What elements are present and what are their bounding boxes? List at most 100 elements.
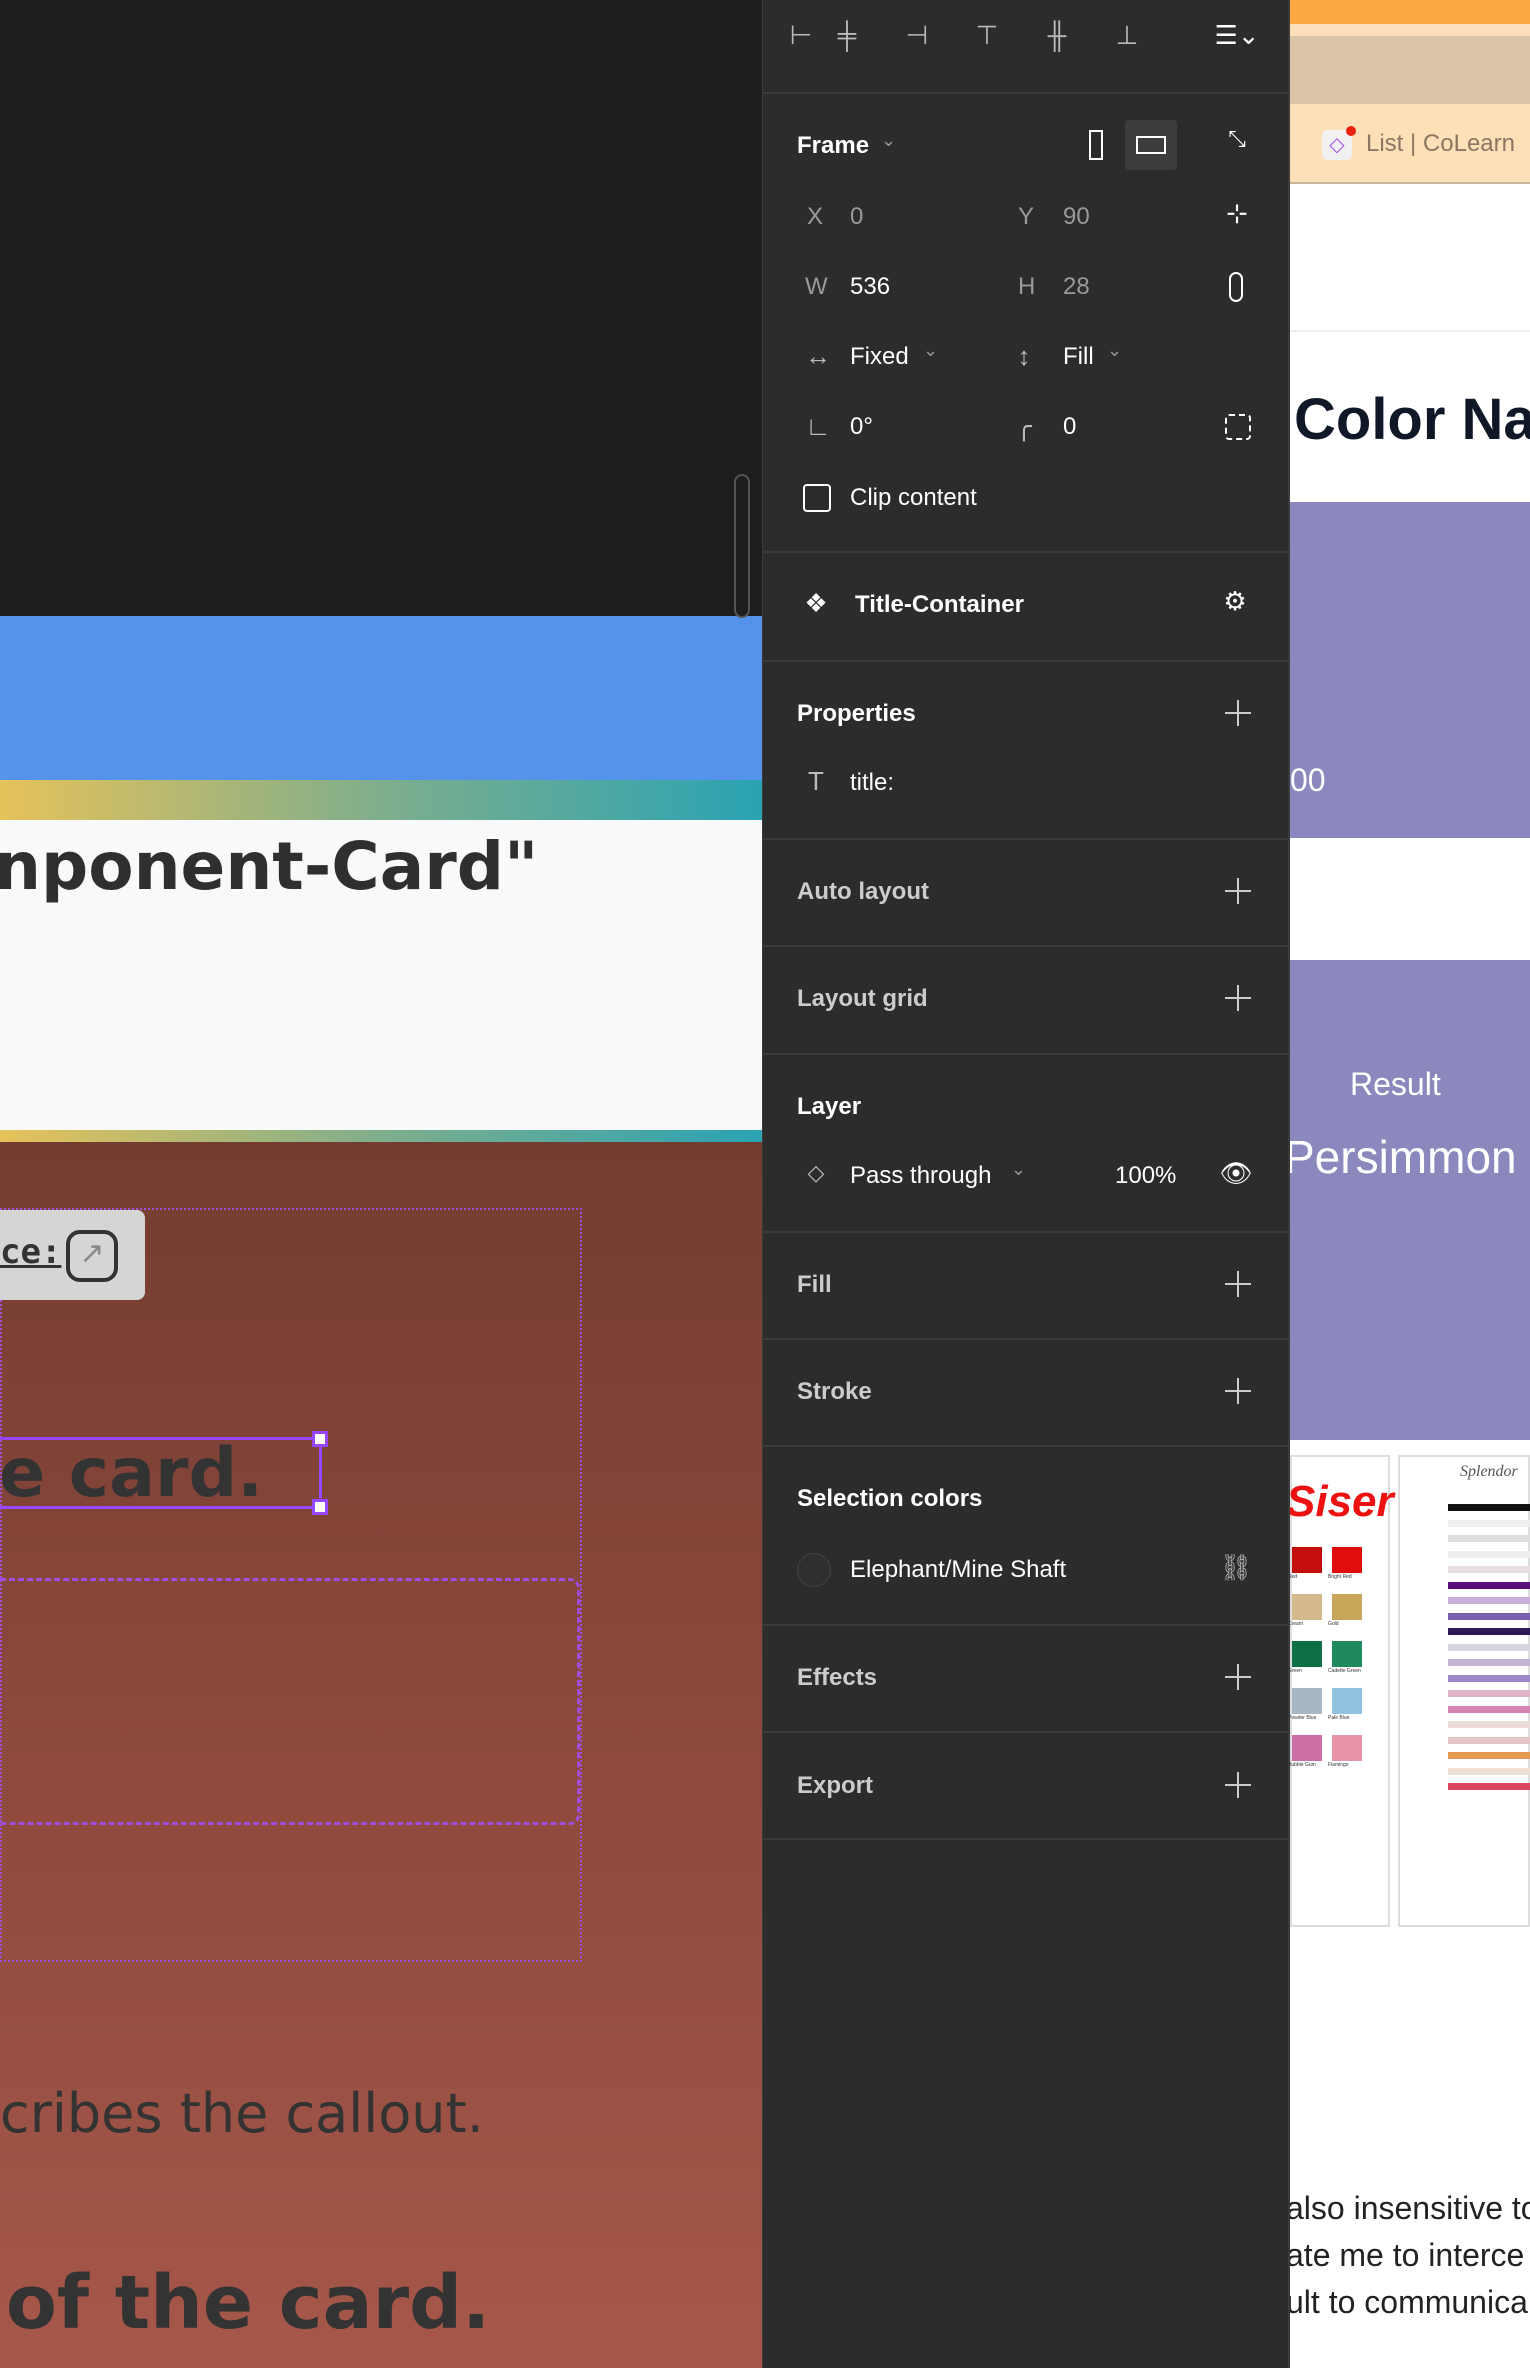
- width-input[interactable]: 536: [850, 273, 890, 301]
- color-swatch: [1332, 1641, 1362, 1667]
- align-right-icon[interactable]: ⊣: [899, 22, 935, 48]
- opacity-input[interactable]: 100%: [1115, 1162, 1176, 1190]
- thread-stripe: [1448, 1597, 1530, 1604]
- corner-radius-icon: ╭: [1016, 411, 1032, 441]
- add-export-icon[interactable]: [1223, 1770, 1253, 1800]
- instance-settings-icon[interactable]: ⚙: [1219, 588, 1251, 614]
- thread-stripe: [1448, 1550, 1530, 1558]
- stroke-header: Stroke: [797, 1378, 872, 1405]
- splendor-logo: Splendor: [1460, 1463, 1518, 1480]
- component-name[interactable]: Title-Container: [855, 591, 1024, 619]
- title-container[interactable]: nponent-Card": [0, 820, 762, 1130]
- text-line: also insensitive to: [1290, 2190, 1530, 2226]
- browser-tab[interactable]: ◇ List | CoLearn: [1290, 104, 1530, 184]
- add-layout-grid-icon[interactable]: [1223, 983, 1253, 1013]
- w-label: W: [805, 273, 828, 300]
- color-swatch: [1292, 1688, 1322, 1714]
- blend-mode-dropdown[interactable]: Pass through: [850, 1162, 991, 1190]
- clip-content-checkbox[interactable]: [803, 484, 831, 512]
- position-icon[interactable]: ⊹: [1221, 200, 1253, 226]
- independent-corners-icon[interactable]: [1225, 414, 1251, 440]
- horizontal-sizing-dropdown[interactable]: Fixed: [850, 343, 909, 371]
- frame-type-dropdown[interactable]: Frame: [797, 132, 869, 160]
- add-fill-icon[interactable]: [1223, 1269, 1253, 1299]
- swatch-label: Green: [1290, 1668, 1302, 1674]
- source-link-pill[interactable]: ce: ↗: [0, 1210, 145, 1300]
- divider: [763, 945, 1289, 947]
- swatch-label: Bright Red: [1328, 1574, 1352, 1580]
- gradient-strip: [0, 780, 762, 820]
- title-property[interactable]: title:: [850, 769, 894, 797]
- thread-stripe: [1448, 1721, 1530, 1728]
- swatch-label: Flamingo: [1328, 1762, 1349, 1768]
- rotation-input[interactable]: 0°: [850, 413, 873, 441]
- page-heading: Color Na: [1294, 387, 1530, 452]
- swatch-label: Powder Blue: [1290, 1715, 1317, 1721]
- properties-header: Properties: [797, 700, 916, 727]
- divider: [763, 1231, 1289, 1233]
- align-top-icon[interactable]: ⊤: [969, 22, 1005, 48]
- vertical-resize-icon: ↕: [1017, 341, 1031, 371]
- align-middle-v-icon[interactable]: ╫: [1039, 22, 1075, 48]
- thread-stripe: [1448, 1752, 1530, 1759]
- design-properties-panel: ⊢ ╪ ⊣ ⊤ ╫ ⊥ ☰⌄ Frame ⌄ ⤡ X 0 Y 90 ⊹ W 53…: [762, 0, 1290, 2368]
- source-link-label: ce:: [0, 1232, 62, 1272]
- thread-stripe: [1448, 1628, 1530, 1635]
- blue-header-block: [0, 616, 762, 780]
- footer-text: of the card.: [6, 2260, 491, 2346]
- y-input[interactable]: 90: [1063, 203, 1090, 231]
- thread-stripe: [1448, 1736, 1530, 1744]
- add-property-icon[interactable]: [1223, 698, 1253, 728]
- color-swatch: [1292, 1594, 1322, 1620]
- align-left-icon[interactable]: ⊢: [783, 22, 819, 48]
- chevron-down-icon: ⌄: [1011, 1159, 1027, 1179]
- divider: [1290, 330, 1530, 332]
- thread-stripe: [1448, 1674, 1530, 1682]
- align-center-h-icon[interactable]: ╪: [829, 22, 865, 48]
- resize-handle[interactable]: [312, 1431, 328, 1447]
- chevron-down-icon: ⌄: [1107, 340, 1123, 360]
- text-property-icon: T: [808, 766, 824, 796]
- color-swatch: [1292, 1735, 1322, 1761]
- thread-stripe: [1448, 1659, 1530, 1666]
- swatch-label: Bubble Gum: [1290, 1762, 1316, 1768]
- selection-colors-header: Selection colors: [797, 1485, 983, 1512]
- add-auto-layout-icon[interactable]: [1223, 876, 1253, 906]
- add-stroke-icon[interactable]: [1223, 1376, 1253, 1406]
- export-header: Export: [797, 1772, 874, 1799]
- corner-radius-input[interactable]: 0: [1063, 413, 1076, 441]
- landscape-button[interactable]: [1125, 120, 1177, 170]
- add-effect-icon[interactable]: [1223, 1662, 1253, 1692]
- gradient-strip-bottom: [0, 1130, 762, 1142]
- color-swatch[interactable]: [797, 1553, 831, 1587]
- height-input[interactable]: 28: [1063, 273, 1090, 301]
- design-canvas[interactable]: nponent-Card" ce: ↗ e card. cribes the c…: [0, 0, 762, 2368]
- color-style-name[interactable]: Elephant/Mine Shaft: [850, 1556, 1066, 1584]
- constrain-proportions-icon[interactable]: [1229, 272, 1243, 302]
- thread-stripe: [1448, 1705, 1530, 1713]
- effects-header: Effects: [797, 1664, 878, 1691]
- text-line: ult to communica: [1290, 2284, 1528, 2320]
- color-value: 00: [1290, 762, 1326, 798]
- fill-header: Fill: [797, 1271, 832, 1298]
- detach-style-icon[interactable]: ⛓: [1219, 1554, 1253, 1580]
- callout-card[interactable]: ce: ↗ e card. cribes the callout. of the…: [0, 1142, 762, 2368]
- align-bottom-icon[interactable]: ⊥: [1109, 22, 1145, 48]
- portrait-icon[interactable]: [1089, 130, 1103, 160]
- color-swatch: [1332, 1547, 1362, 1573]
- siser-chart-image: Siser Red Bright Red Cream Gold Green Cadette…: [1290, 1455, 1394, 1927]
- resize-handle[interactable]: [312, 1499, 328, 1515]
- selected-title-text[interactable]: e card.: [0, 1431, 328, 1515]
- thread-stripe: [1448, 1690, 1530, 1697]
- background-browser-window: ◇ List | CoLearn Color Na 00 Result Pers…: [1290, 0, 1530, 2368]
- vertical-sizing-dropdown[interactable]: Fill: [1063, 343, 1094, 371]
- vertical-scrollbar[interactable]: [734, 474, 750, 618]
- x-input[interactable]: 0: [850, 203, 863, 231]
- external-link-icon: ↗: [66, 1230, 118, 1282]
- component-instance-icon: ❖: [804, 588, 828, 618]
- distribute-icon[interactable]: ☰⌄: [1211, 22, 1263, 48]
- blend-mode-icon: ◇: [807, 1160, 825, 1185]
- eye-icon[interactable]: 👁: [1219, 1160, 1253, 1186]
- result-value: Persimmon: [1290, 1131, 1517, 1183]
- resize-to-fit-icon[interactable]: ⤡: [1221, 128, 1253, 150]
